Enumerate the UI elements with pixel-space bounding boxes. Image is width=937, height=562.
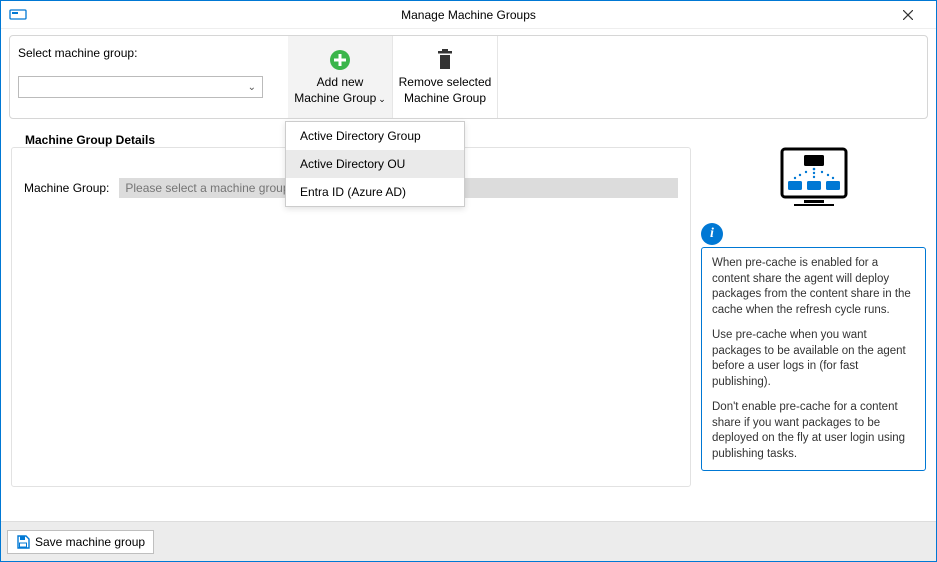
chevron-down-icon: ⌄ <box>378 94 386 104</box>
menu-item-ad-ou[interactable]: Active Directory OU <box>286 150 464 178</box>
save-machine-group-button[interactable]: Save machine group <box>7 530 154 554</box>
window-title: Manage Machine Groups <box>1 8 936 22</box>
menu-item-ad-group[interactable]: Active Directory Group <box>286 122 464 150</box>
select-machine-group-label: Select machine group: <box>18 46 263 60</box>
add-icon <box>328 48 352 72</box>
title-bar: Manage Machine Groups <box>1 1 936 29</box>
save-button-label: Save machine group <box>35 535 145 549</box>
details-legend: Machine Group Details <box>21 133 159 147</box>
menu-item-entra-id[interactable]: Entra ID (Azure AD) <box>286 178 464 206</box>
footer-bar: Save machine group <box>1 521 936 561</box>
add-new-label-1: Add new <box>317 75 364 89</box>
content-area: Machine Group Details Machine Group: <box>1 119 936 521</box>
add-new-dropdown-menu: Active Directory Group Active Directory … <box>285 121 465 207</box>
info-icon: i <box>701 223 723 245</box>
toolbar: Select machine group: ⌄ Add new Machine … <box>9 35 928 119</box>
info-paragraph: When pre-cache is enabled for a content … <box>712 256 915 318</box>
close-icon <box>903 10 913 20</box>
app-icon <box>9 8 27 22</box>
chevron-down-icon: ⌄ <box>248 82 256 93</box>
remove-selected-machine-group-button[interactable]: Remove selected Machine Group <box>393 36 498 118</box>
remove-label-1: Remove selected <box>399 75 492 89</box>
close-button[interactable] <box>888 3 928 27</box>
remove-label-2: Machine Group <box>404 91 486 105</box>
add-new-machine-group-button[interactable]: Add new Machine Group⌄ <box>288 36 393 118</box>
info-column: i When pre-cache is enabled for a conten… <box>701 145 926 471</box>
machine-group-dropdown[interactable]: ⌄ <box>18 76 263 98</box>
network-diagram-icon <box>701 145 926 215</box>
add-new-label-2: Machine Group <box>294 91 376 105</box>
info-panel: When pre-cache is enabled for a content … <box>701 247 926 471</box>
save-icon <box>16 535 30 549</box>
trash-icon <box>435 49 455 71</box>
info-paragraph: Use pre-cache when you want packages to … <box>712 328 915 390</box>
machine-group-field-label: Machine Group: <box>24 181 109 195</box>
info-paragraph: Don't enable pre-cache for a content sha… <box>712 400 915 462</box>
